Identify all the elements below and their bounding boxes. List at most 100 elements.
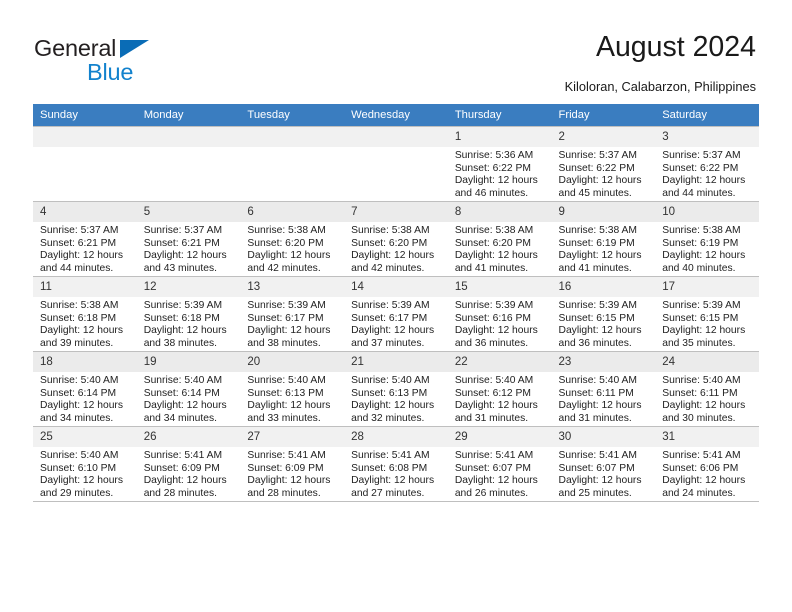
calendar-day-cell[interactable]: 29 Sunrise: 5:41 AM Sunset: 6:07 PM Dayligh… — [447, 426, 552, 502]
calendar-day-cell[interactable]: 23 Sunrise: 5:40 AM Sunset: 6:11 PM Dayligh… — [551, 351, 656, 427]
sunset-text: Sunset: 6:22 PM — [662, 162, 739, 174]
calendar-day-cell[interactable]: 5 Sunrise: 5:37 AM Sunset: 6:21 PM Daylight… — [136, 201, 241, 277]
day-number: 7 — [344, 202, 448, 222]
calendar-week-row: 1 Sunrise: 5:36 AM Sunset: 6:22 PM Daylight… — [33, 126, 759, 202]
calendar-day-cell[interactable]: 12 Sunrise: 5:39 AM Sunset: 6:18 PM Dayligh… — [136, 276, 241, 352]
daylight-text-line1: Daylight: 12 hours — [662, 175, 746, 187]
calendar-header-row: Sunday Monday Tuesday Wednesday Thursday… — [33, 104, 759, 127]
sunrise-text: Sunrise: 5:39 AM — [351, 300, 430, 311]
day-details: Sunrise: 5:38 AM Sunset: 6:20 PM Daylight:… — [240, 222, 344, 275]
sunrise-text: Sunrise: 5:37 AM — [143, 225, 223, 236]
calendar-day-cell[interactable]: 15 Sunrise: 5:39 AM Sunset: 6:16 PM Dayligh… — [447, 276, 552, 352]
day-details: Sunrise: 5:41 AM Sunset: 6:09 PM Daylight:… — [137, 447, 241, 500]
day-number — [344, 127, 448, 147]
calendar-day-cell[interactable]: 22 Sunrise: 5:40 AM Sunset: 6:12 PM Dayligh… — [447, 351, 552, 427]
day-details: Sunrise: 5:38 AM Sunset: 6:20 PM Daylight:… — [344, 222, 448, 275]
calendar-day-cell[interactable]: 13 Sunrise: 5:39 AM Sunset: 6:17 PM Dayligh… — [240, 276, 345, 352]
sunset-text: Sunset: 6:16 PM — [454, 312, 531, 324]
sunrise-text: Sunrise: 5:41 AM — [351, 450, 430, 461]
daylight-text-line2: and 45 minutes. — [558, 187, 632, 199]
calendar-day-cell[interactable]: 6 Sunrise: 5:38 AM Sunset: 6:20 PM Daylight… — [240, 201, 345, 277]
daylight-text-line2: and 30 minutes. — [662, 412, 736, 424]
sunrise-text: Sunrise: 5:38 AM — [40, 300, 119, 311]
calendar-day-cell[interactable]: 1 Sunrise: 5:36 AM Sunset: 6:22 PM Daylight… — [447, 126, 552, 202]
day-details: Sunrise: 5:41 AM Sunset: 6:08 PM Daylight:… — [344, 447, 448, 500]
sunset-text: Sunset: 6:21 PM — [40, 237, 117, 249]
calendar-day-cell[interactable]: 3 Sunrise: 5:37 AM Sunset: 6:22 PM Daylight… — [655, 126, 759, 202]
day-cell-inner: 24 Sunrise: 5:40 AM Sunset: 6:11 PM Dayligh… — [655, 352, 759, 426]
day-cell-inner: 29 Sunrise: 5:41 AM Sunset: 6:07 PM Dayligh… — [447, 427, 552, 501]
daylight-text-line2: and 42 minutes. — [351, 262, 425, 274]
day-details: Sunrise: 5:37 AM Sunset: 6:21 PM Daylight:… — [137, 222, 241, 275]
calendar-day-cell[interactable]: 18 Sunrise: 5:40 AM Sunset: 6:14 PM Dayligh… — [33, 351, 137, 427]
page-subtitle-location: Kiloloran, Calabarzon, Philippines — [564, 79, 756, 94]
calendar-day-cell[interactable]: 10 Sunrise: 5:38 AM Sunset: 6:19 PM Dayligh… — [655, 201, 759, 277]
daylight-text-line1: Daylight: 12 hours — [662, 325, 746, 337]
calendar-day-cell-empty — [136, 126, 241, 202]
weekday-header-monday: Monday — [136, 104, 241, 127]
daylight-text-line2: and 37 minutes. — [351, 337, 425, 349]
calendar-day-cell[interactable]: 25 Sunrise: 5:40 AM Sunset: 6:10 PM Dayligh… — [33, 426, 137, 502]
day-details: Sunrise: 5:41 AM Sunset: 6:09 PM Daylight:… — [240, 447, 344, 500]
calendar-day-cell[interactable]: 16 Sunrise: 5:39 AM Sunset: 6:15 PM Dayligh… — [551, 276, 656, 352]
calendar-day-cell[interactable]: 28 Sunrise: 5:41 AM Sunset: 6:08 PM Dayligh… — [344, 426, 448, 502]
calendar-day-cell[interactable]: 2 Sunrise: 5:37 AM Sunset: 6:22 PM Daylight… — [551, 126, 656, 202]
calendar-day-cell[interactable]: 4 Sunrise: 5:37 AM Sunset: 6:21 PM Daylight… — [33, 201, 137, 277]
calendar-week-row: 4 Sunrise: 5:37 AM Sunset: 6:21 PM Daylight… — [33, 201, 759, 277]
sunrise-text: Sunrise: 5:38 AM — [247, 225, 326, 236]
day-cell-inner: 2 Sunrise: 5:37 AM Sunset: 6:22 PM Daylight… — [551, 127, 656, 201]
calendar-day-cell[interactable]: 26 Sunrise: 5:41 AM Sunset: 6:09 PM Dayligh… — [136, 426, 241, 502]
daylight-text-line2: and 38 minutes. — [247, 337, 321, 349]
day-number: 20 — [240, 352, 345, 372]
daylight-text-line2: and 28 minutes. — [247, 487, 321, 499]
calendar-day-cell[interactable]: 19 Sunrise: 5:40 AM Sunset: 6:14 PM Dayligh… — [136, 351, 241, 427]
daylight-text-line1: Daylight: 12 hours — [662, 400, 746, 412]
weekday-header-friday: Friday — [551, 104, 656, 127]
sunset-text: Sunset: 6:08 PM — [351, 462, 428, 474]
daylight-text-line1: Daylight: 12 hours — [558, 325, 642, 337]
calendar-day-cell[interactable]: 20 Sunrise: 5:40 AM Sunset: 6:13 PM Dayligh… — [240, 351, 345, 427]
day-cell-inner: 8 Sunrise: 5:38 AM Sunset: 6:20 PM Daylight… — [447, 202, 552, 276]
day-cell-inner: 21 Sunrise: 5:40 AM Sunset: 6:13 PM Dayligh… — [344, 352, 448, 426]
general-blue-logo[interactable]: General Blue — [34, 35, 224, 87]
calendar-day-cell[interactable]: 17 Sunrise: 5:39 AM Sunset: 6:15 PM Dayligh… — [655, 276, 759, 352]
sunrise-text: Sunrise: 5:38 AM — [351, 225, 430, 236]
daylight-text-line2: and 26 minutes. — [454, 487, 529, 499]
calendar-week-row: 18 Sunrise: 5:40 AM Sunset: 6:14 PM Dayligh… — [33, 351, 759, 427]
day-number: 19 — [136, 352, 241, 372]
calendar-day-cell[interactable]: 27 Sunrise: 5:41 AM Sunset: 6:09 PM Dayligh… — [240, 426, 345, 502]
day-details: Sunrise: 5:41 AM Sunset: 6:07 PM Daylight:… — [448, 447, 552, 500]
sunset-text: Sunset: 6:11 PM — [662, 387, 738, 399]
day-details: Sunrise: 5:38 AM Sunset: 6:18 PM Daylight:… — [33, 297, 137, 350]
sunset-text: Sunset: 6:22 PM — [558, 162, 635, 174]
day-details: Sunrise: 5:39 AM Sunset: 6:15 PM Daylight:… — [552, 297, 656, 350]
calendar-day-cell[interactable]: 31 Sunrise: 5:41 AM Sunset: 6:06 PM Dayligh… — [655, 426, 759, 502]
daylight-text-line1: Daylight: 12 hours — [454, 250, 538, 262]
calendar-day-cell[interactable]: 21 Sunrise: 5:40 AM Sunset: 6:13 PM Dayligh… — [344, 351, 448, 427]
calendar-day-cell[interactable]: 14 Sunrise: 5:39 AM Sunset: 6:17 PM Dayligh… — [344, 276, 448, 352]
day-cell-inner: 9 Sunrise: 5:38 AM Sunset: 6:19 PM Daylight… — [551, 202, 656, 276]
day-number: 5 — [136, 202, 241, 222]
sunrise-text: Sunrise: 5:40 AM — [40, 450, 119, 461]
calendar-day-cell[interactable]: 8 Sunrise: 5:38 AM Sunset: 6:20 PM Daylight… — [447, 201, 552, 277]
sunrise-text: Sunrise: 5:39 AM — [454, 300, 534, 311]
day-details: Sunrise: 5:40 AM Sunset: 6:13 PM Daylight:… — [344, 372, 448, 425]
day-cell-inner — [344, 127, 448, 201]
daylight-text-line2: and 38 minutes. — [143, 337, 217, 349]
calendar-day-cell[interactable]: 7 Sunrise: 5:38 AM Sunset: 6:20 PM Daylight… — [344, 201, 448, 277]
day-details: Sunrise: 5:36 AM Sunset: 6:22 PM Daylight:… — [448, 147, 552, 200]
calendar-day-cell[interactable]: 24 Sunrise: 5:40 AM Sunset: 6:11 PM Dayligh… — [655, 351, 759, 427]
sunset-text: Sunset: 6:11 PM — [558, 387, 634, 399]
daylight-text-line1: Daylight: 12 hours — [351, 475, 435, 487]
daylight-text-line1: Daylight: 12 hours — [662, 250, 746, 262]
day-cell-inner: 15 Sunrise: 5:39 AM Sunset: 6:16 PM Dayligh… — [447, 277, 552, 351]
daylight-text-line2: and 36 minutes. — [454, 337, 529, 349]
day-number: 22 — [447, 352, 552, 372]
day-number: 3 — [655, 127, 759, 147]
calendar-day-cell[interactable]: 9 Sunrise: 5:38 AM Sunset: 6:19 PM Daylight… — [551, 201, 656, 277]
daylight-text-line2: and 27 minutes. — [351, 487, 425, 499]
calendar-day-cell[interactable]: 11 Sunrise: 5:38 AM Sunset: 6:18 PM Dayligh… — [33, 276, 137, 352]
sunset-text: Sunset: 6:18 PM — [40, 312, 117, 324]
day-details: Sunrise: 5:37 AM Sunset: 6:21 PM Daylight:… — [33, 222, 137, 275]
calendar-day-cell[interactable]: 30 Sunrise: 5:41 AM Sunset: 6:07 PM Dayligh… — [551, 426, 656, 502]
